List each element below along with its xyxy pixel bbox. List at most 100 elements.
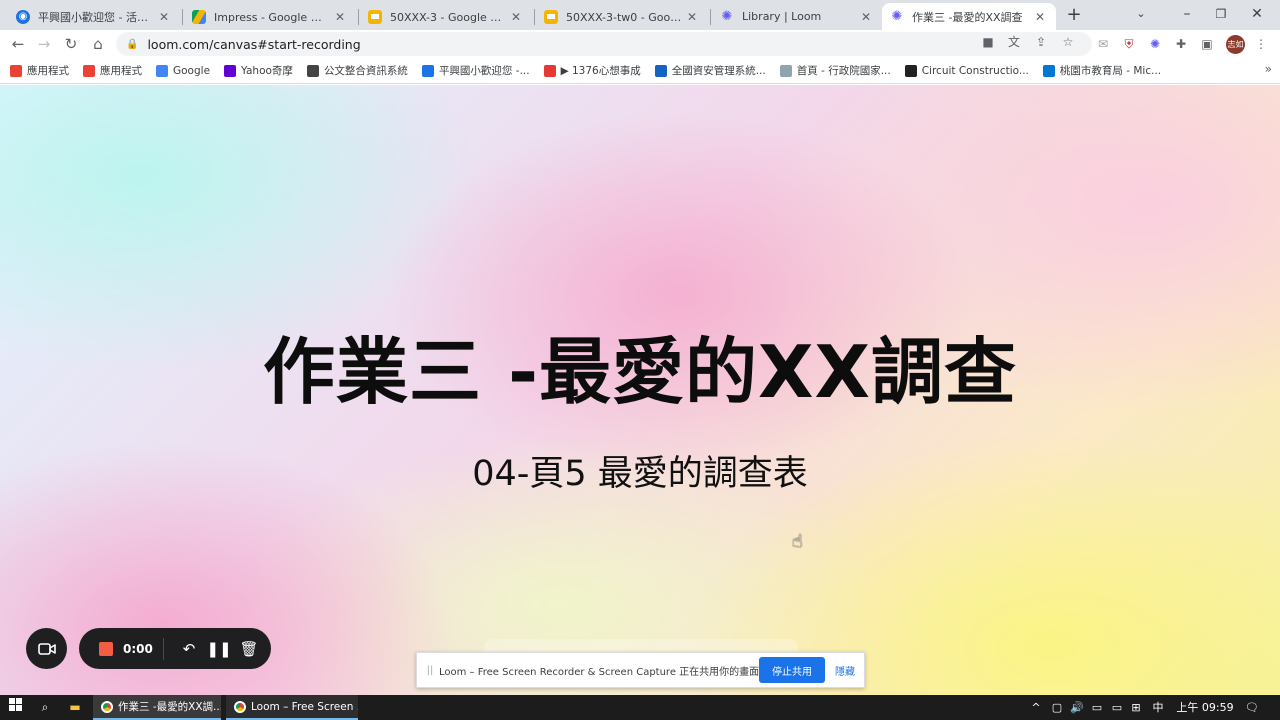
stop-recording-button[interactable]: [99, 641, 113, 656]
tab-loom-library[interactable]: ✺ Library | Loom ✕: [712, 3, 882, 30]
close-icon[interactable]: ✕: [332, 9, 348, 25]
screen-share-banner: || Loom – Free Screen Recorder & Screen …: [416, 652, 865, 688]
bookmark-item[interactable]: 全國資安管理系統...: [654, 63, 766, 78]
address-bar[interactable]: 🔒 loom.com/canvas#start-recording: [116, 32, 1092, 56]
back-button[interactable]: ←: [8, 34, 28, 54]
trash-icon[interactable]: 🗑: [234, 640, 264, 658]
close-icon[interactable]: ✕: [858, 9, 874, 25]
close-icon[interactable]: ✕: [1032, 9, 1048, 25]
new-tab-button[interactable]: +: [1064, 5, 1084, 25]
bookmark-item[interactable]: 首頁 - 行政院國家...: [779, 63, 891, 78]
loom-extension-icon[interactable]: ✺: [1146, 35, 1164, 53]
ime-indicator[interactable]: 中: [1150, 695, 1166, 720]
close-icon[interactable]: ✕: [156, 9, 172, 25]
hand-cursor-icon: ☝: [792, 531, 803, 552]
tab-drive[interactable]: Impress - Google 雲端硬碟 ✕: [184, 3, 356, 30]
tab-search-icon[interactable]: ⌄: [1118, 0, 1164, 30]
forward-button[interactable]: →: [34, 34, 54, 54]
bookmark-label: 公文整合資訊系統: [323, 65, 408, 77]
clock[interactable]: 上午 09:59: [1176, 695, 1234, 720]
apps-grid-icon: [83, 64, 95, 77]
tab-title: 作業三 -最愛的XX調查: [912, 10, 1023, 24]
extensions-puzzle-icon[interactable]: ✚: [1172, 35, 1190, 53]
bookmarks-overflow-icon[interactable]: »: [1265, 62, 1272, 76]
drag-handle-icon[interactable]: ||: [423, 665, 437, 676]
mail-extension-icon[interactable]: ✉: [1094, 35, 1112, 53]
record-icon: [543, 64, 556, 77]
ime-mode-icon[interactable]: ⊞: [1128, 695, 1144, 720]
apps-grid-icon: [10, 64, 22, 77]
bookmark-label: 首頁 - 行政院國家...: [796, 65, 891, 77]
close-icon[interactable]: ✕: [684, 9, 700, 25]
meet-now-icon[interactable]: ▢: [1048, 695, 1066, 720]
controls-divider: [163, 637, 164, 660]
bookmark-item[interactable]: 應用程式: [83, 63, 142, 78]
recording-canvas: 作業三 -最愛的XX調查 04-頁5 最愛的調查表 ☝: [0, 85, 1280, 695]
tab-school[interactable]: ◉ 平興國小歡迎您 - 活潑．創 ✕: [8, 3, 180, 30]
bookmark-item[interactable]: 應用程式: [10, 63, 69, 78]
camera-icon[interactable]: ■: [980, 34, 996, 50]
windows-start-icon[interactable]: [0, 695, 30, 720]
bookmarks-bar: 應用程式 應用程式 Google Yahoo奇摩 公文整合資訊系統 平興國小歡迎您 -..…: [0, 58, 1280, 84]
lock-icon[interactable]: 🔒: [126, 39, 138, 50]
tab-divider: [358, 9, 359, 25]
tab-active-loom-canvas[interactable]: ✺ 作業三 -最愛的XX調查 ✕: [882, 3, 1056, 30]
tab-strip: ◉ 平興國小歡迎您 - 活潑．創 ✕ Impress - Google 雲端硬碟…: [0, 0, 1280, 30]
recording-timer: 0:00: [123, 641, 153, 656]
bookmark-item[interactable]: 桃園市教育局 - Mic...: [1042, 63, 1162, 78]
stop-sharing-button[interactable]: 停止共用: [759, 657, 825, 683]
share-icon[interactable]: ⇪: [1033, 34, 1049, 50]
bookmark-item[interactable]: 平興國小歡迎您 -...: [421, 63, 530, 78]
profile-avatar[interactable]: 志如: [1226, 35, 1245, 54]
bookmark-item[interactable]: Google: [156, 64, 211, 77]
shield-extension-icon[interactable]: ⛨: [1120, 35, 1138, 53]
loom-favicon: ✺: [721, 9, 733, 24]
volume-icon[interactable]: 🔊: [1068, 695, 1086, 720]
school-icon: [421, 64, 434, 77]
tab-divider: [710, 9, 711, 25]
bookmark-item[interactable]: ▶ 1376心想事成: [543, 63, 641, 78]
file-explorer-icon[interactable]: ▬: [60, 695, 90, 720]
page-title: 作業三 -最愛的XX調查: [263, 330, 1017, 414]
bookmark-label: 桃園市教育局 - Mic...: [1059, 65, 1162, 77]
restart-icon[interactable]: ↶: [174, 640, 204, 658]
tray-expand-icon[interactable]: ^: [1028, 695, 1044, 720]
network-icon[interactable]: ▭: [1088, 695, 1106, 720]
pause-icon[interactable]: ❚❚: [204, 640, 234, 658]
bookmark-label: Google: [173, 64, 211, 77]
translate-icon[interactable]: 文: [1006, 34, 1022, 50]
tab-slides-1[interactable]: 50XXX-3 - Google 簡報 ✕: [360, 3, 532, 30]
home-button[interactable]: ⌂: [88, 34, 108, 54]
search-icon[interactable]: ⌕: [30, 695, 60, 720]
hide-banner-link[interactable]: 隱藏: [835, 663, 855, 678]
tab-divider: [182, 9, 183, 25]
reload-button[interactable]: ↻: [61, 34, 81, 54]
taskbar-app-label: Loom – Free Screen ...: [251, 700, 358, 713]
notification-icon[interactable]: 🗨: [1242, 695, 1262, 720]
close-window-button[interactable]: ✕: [1234, 0, 1280, 30]
slides-favicon: [544, 9, 558, 24]
bookmark-item[interactable]: Circuit Constructio...: [904, 64, 1029, 77]
display-icon[interactable]: ▭: [1108, 695, 1126, 720]
bookmark-item[interactable]: Yahoo奇摩: [224, 63, 293, 78]
close-icon[interactable]: ✕: [508, 9, 524, 25]
chrome-icon: [234, 700, 246, 713]
document-icon: [779, 64, 792, 77]
taskbar-app-chrome-2[interactable]: Loom – Free Screen ...: [226, 695, 358, 720]
side-panel-icon[interactable]: ▣: [1198, 35, 1216, 53]
globe-icon: [306, 64, 319, 77]
slides-favicon: [368, 9, 382, 24]
bookmark-item[interactable]: 公文整合資訊系統: [306, 63, 408, 78]
drive-favicon: [192, 9, 206, 24]
camera-toggle-button[interactable]: [26, 628, 67, 669]
taskbar-app-label: 作業三 -最愛的XX調...: [118, 701, 221, 713]
page-subtitle: 04-頁5 最愛的調查表: [472, 454, 808, 494]
bookmark-label: 平興國小歡迎您 -...: [438, 65, 530, 77]
taskbar-app-chrome-1[interactable]: 作業三 -最愛的XX調...: [93, 695, 221, 720]
bookmark-label: ▶ 1376心想事成: [560, 65, 641, 77]
tab-title: Library | Loom: [742, 10, 822, 23]
bookmark-star-icon[interactable]: ☆: [1060, 34, 1076, 50]
menu-kebab-icon[interactable]: ⋮: [1252, 35, 1270, 53]
yahoo-icon: [224, 64, 237, 77]
tab-slides-2[interactable]: 50XXX-3-tw0 - Google 簡報 ✕: [536, 3, 708, 30]
